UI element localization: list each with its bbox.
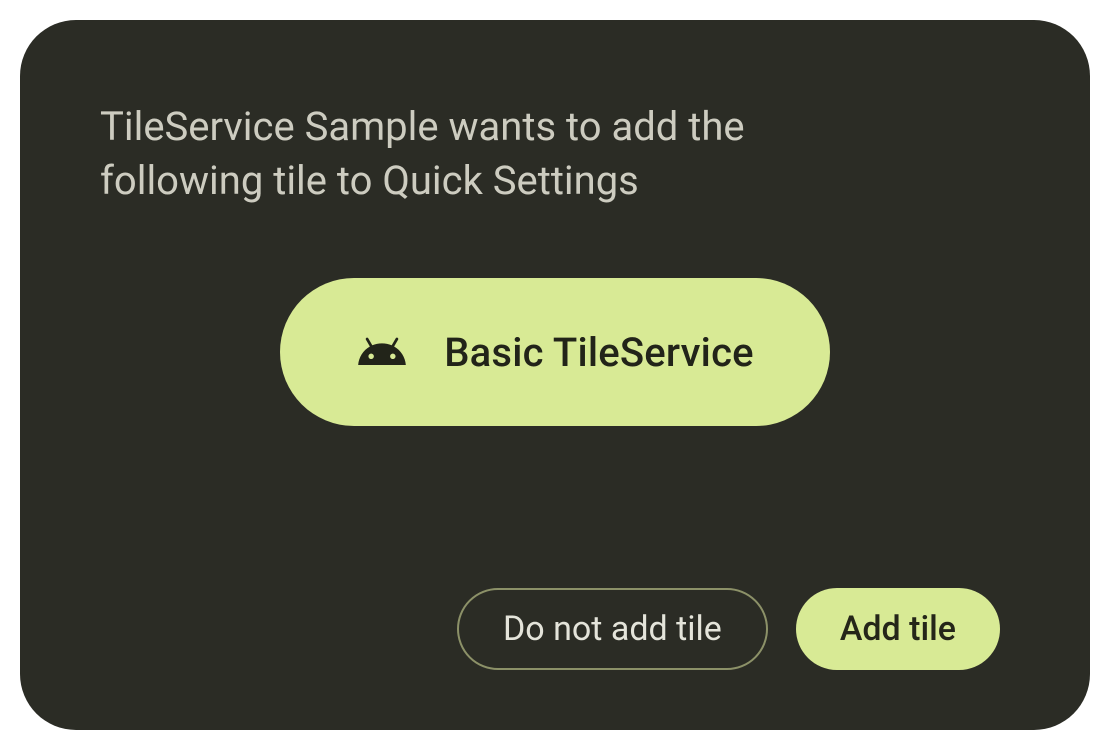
- decline-button[interactable]: Do not add tile: [457, 588, 768, 670]
- dialog-actions: Do not add tile Add tile: [100, 588, 1010, 670]
- tile-preview-row: Basic TileService: [100, 278, 1010, 426]
- tile-preview-chip: Basic TileService: [280, 278, 830, 426]
- tile-label: Basic TileService: [444, 329, 754, 376]
- add-tile-dialog: TileService Sample wants to add the foll…: [20, 20, 1090, 730]
- dialog-message: TileService Sample wants to add the foll…: [100, 100, 880, 208]
- android-icon: [356, 326, 408, 378]
- accept-button[interactable]: Add tile: [796, 588, 1000, 670]
